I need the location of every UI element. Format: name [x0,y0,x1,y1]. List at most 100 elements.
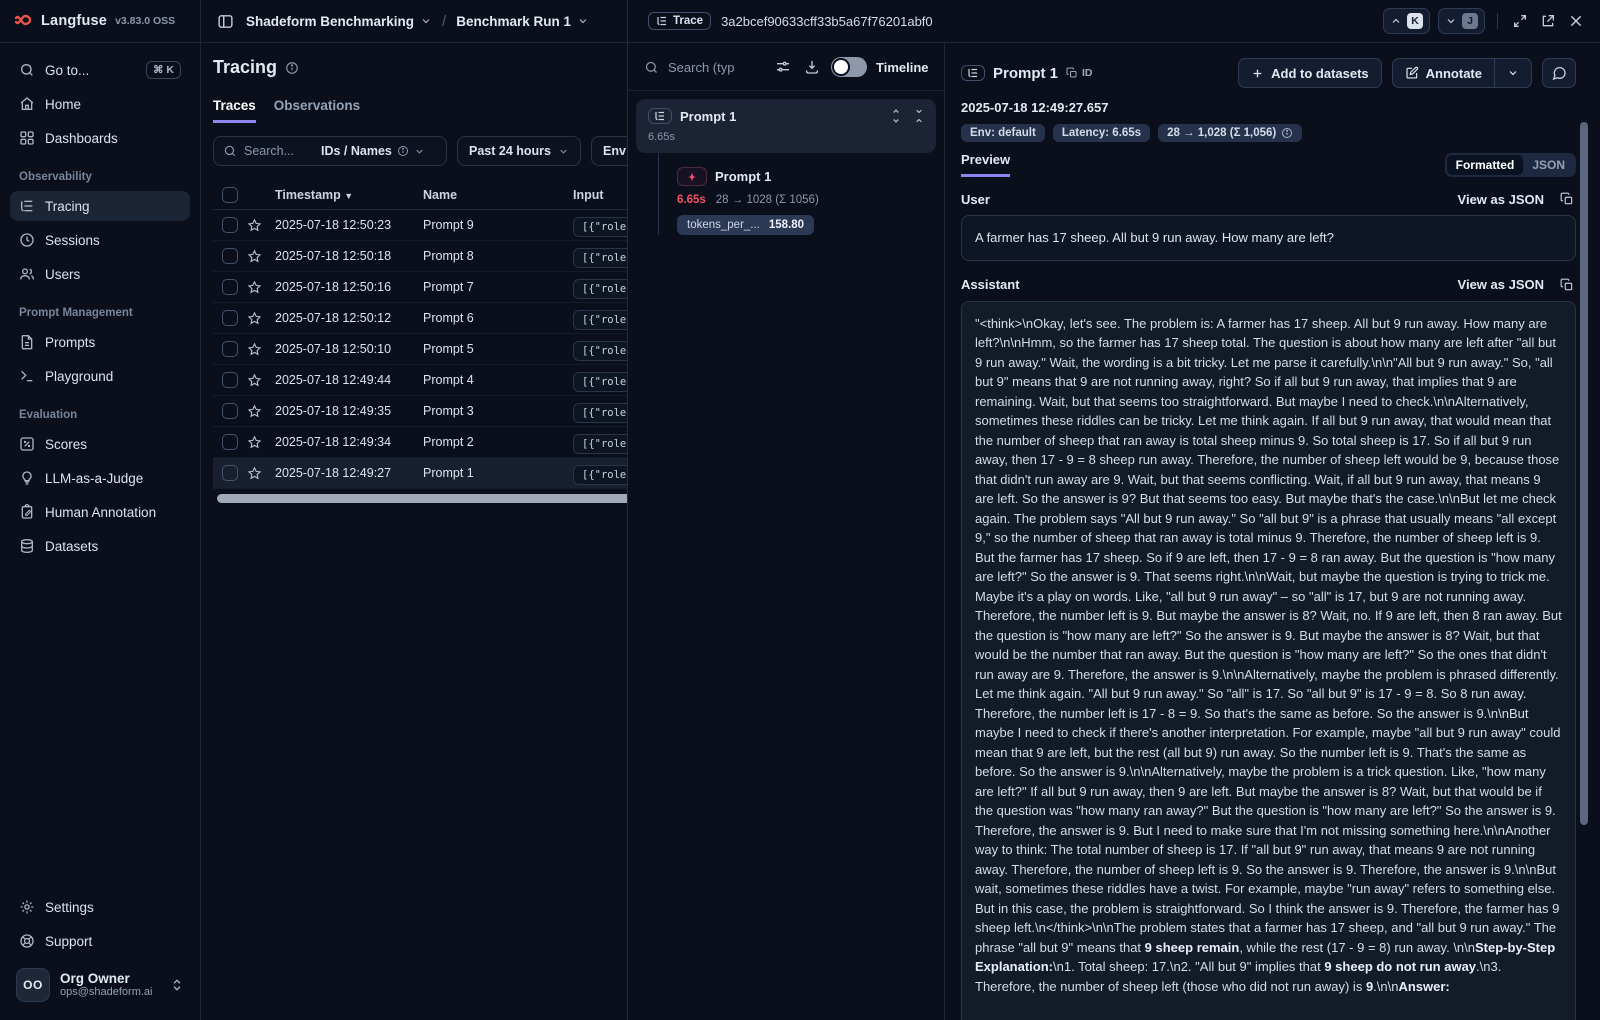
format-json-option[interactable]: JSON [1523,155,1574,175]
env-filter-select[interactable]: Env [591,136,627,166]
tree-node-trace[interactable]: Prompt 1 6.65s [636,99,936,153]
table-row[interactable]: 2025-07-18 12:49:35 Prompt 3 [{"role":"u… [213,396,628,427]
star-icon[interactable] [247,435,275,450]
sidebar-item-tracing[interactable]: Tracing [10,191,190,221]
close-icon[interactable] [1566,11,1586,31]
row-timestamp: 2025-07-18 12:50:16 [275,280,423,294]
filter-sliders-icon[interactable] [773,57,793,77]
trace-detail-content: Prompt 1 ID Add to datasets Annotate [945,43,1600,1020]
sidebar-item-label: Human Annotation [45,505,156,520]
row-input-preview: [{"role":"use [573,279,628,299]
copy-icon[interactable] [1558,276,1576,294]
copy-id-button[interactable]: ID [1066,67,1093,79]
sidebar-item-support[interactable]: Support [10,926,190,956]
table-row[interactable]: 2025-07-18 12:49:27 Prompt 1 [{"role":"u… [213,458,628,489]
star-icon[interactable] [247,218,275,233]
vertical-scrollbar[interactable] [1580,122,1588,825]
table-body: 2025-07-18 12:50:23 Prompt 9 [{"role":"u… [213,210,628,489]
comment-icon [1551,65,1567,81]
star-icon[interactable] [247,280,275,295]
sidebar-item-dashboards[interactable]: Dashboards [10,123,190,153]
external-link-icon[interactable] [1538,11,1558,31]
row-checkbox[interactable] [222,372,238,388]
chevron-down-icon [577,15,589,27]
sidebar-item-human-annotation[interactable]: Human Annotation [10,497,190,527]
next-trace-button[interactable]: J [1438,8,1485,34]
row-checkbox[interactable] [222,217,238,233]
star-icon[interactable] [247,249,275,264]
timeline-toggle[interactable] [831,57,867,77]
sidebar-item-home[interactable]: Home [10,89,190,119]
user-view-as-json-button[interactable]: View as JSON [1458,192,1544,207]
tab-preview[interactable]: Preview [961,152,1010,177]
add-to-datasets-button[interactable]: Add to datasets [1238,58,1382,88]
metric-badge: tokens_per_... 158.80 [677,215,814,235]
table-row[interactable]: 2025-07-18 12:49:34 Prompt 2 [{"role":"u… [213,427,628,458]
sidebar-item-playground[interactable]: Playground [10,361,190,391]
unfold-vertical-icon[interactable] [889,109,903,123]
row-input-preview: [{"role":"use [573,248,628,268]
sidebar-item-settings[interactable]: Settings [10,892,190,922]
row-checkbox[interactable] [222,279,238,295]
sidebar-item-users[interactable]: Users [10,259,190,289]
generation-latency: 6.65s [677,194,706,206]
time-range-select[interactable]: Past 24 hours [457,136,581,166]
column-header-input[interactable]: Input [573,188,628,202]
sidebar-item-sessions[interactable]: Sessions [10,225,190,255]
gear-icon [19,899,35,915]
select-all-checkbox[interactable] [222,187,238,203]
comments-button[interactable] [1542,58,1576,88]
annotate-dropdown-button[interactable] [1495,59,1531,87]
trace-search-box[interactable]: IDs / Names [213,136,447,166]
table-row[interactable]: 2025-07-18 12:50:16 Prompt 7 [{"role":"u… [213,272,628,303]
table-row[interactable]: 2025-07-18 12:50:23 Prompt 9 [{"role":"u… [213,210,628,241]
panel-left-icon[interactable] [215,11,236,32]
search-input[interactable] [244,144,314,158]
row-checkbox[interactable] [222,341,238,357]
breadcrumb-run[interactable]: Benchmark Run 1 [456,14,589,29]
star-icon[interactable] [247,466,275,481]
download-icon[interactable] [802,57,822,77]
annotate-button[interactable]: Annotate [1393,59,1494,87]
table-row[interactable]: 2025-07-18 12:49:44 Prompt 4 [{"role":"u… [213,365,628,396]
search-scope-select[interactable]: IDs / Names [321,144,425,158]
tab-observations[interactable]: Observations [274,98,360,123]
star-icon[interactable] [247,404,275,419]
row-checkbox[interactable] [222,248,238,264]
column-header-name[interactable]: Name [423,188,573,202]
table-row[interactable]: 2025-07-18 12:50:12 Prompt 6 [{"role":"u… [213,303,628,334]
breadcrumb-project[interactable]: Shadeform Benchmarking [246,14,432,29]
app-header: Langfuse v3.83.0 OSS [0,0,200,43]
star-icon[interactable] [247,342,275,357]
column-header-timestamp[interactable]: Timestamp ▼ [275,188,423,202]
fold-vertical-icon[interactable] [912,109,926,123]
copy-icon [1066,67,1078,79]
sidebar-item-goto[interactable]: Go to... ⌘ K [10,55,190,85]
row-checkbox[interactable] [222,310,238,326]
assistant-view-as-json-button[interactable]: View as JSON [1458,277,1544,292]
terminal-icon [19,368,35,384]
row-checkbox[interactable] [222,403,238,419]
row-checkbox[interactable] [222,465,238,481]
sidebar-item-datasets[interactable]: Datasets [10,531,190,561]
tab-traces[interactable]: Traces [213,98,256,123]
clock-icon [19,232,35,248]
sidebar-item-llm-judge[interactable]: LLM-as-a-Judge [10,463,190,493]
copy-icon[interactable] [1558,190,1576,208]
tokens-badge[interactable]: 28 → 1,028 (Σ 1,056) [1158,124,1302,142]
table-row[interactable]: 2025-07-18 12:50:10 Prompt 5 [{"role":"u… [213,334,628,365]
horizontal-scrollbar[interactable] [217,494,628,503]
format-formatted-option[interactable]: Formatted [1447,155,1524,175]
table-row[interactable]: 2025-07-18 12:50:18 Prompt 8 [{"role":"u… [213,241,628,272]
sidebar-item-prompts[interactable]: Prompts [10,327,190,357]
row-checkbox[interactable] [222,434,238,450]
users-icon [19,266,35,282]
star-icon[interactable] [247,373,275,388]
prev-trace-button[interactable]: K [1383,8,1430,34]
tree-search-input[interactable] [668,60,764,75]
org-switcher[interactable]: OO Org Owner ops@shadeform.ai [10,960,190,1010]
sidebar-item-scores[interactable]: Scores [10,429,190,459]
star-icon[interactable] [247,311,275,326]
maximize-icon[interactable] [1510,11,1530,31]
tree-node-generation[interactable]: Prompt 1 6.65s 28 → 1028 (Σ 1056) tokens… [658,153,936,235]
